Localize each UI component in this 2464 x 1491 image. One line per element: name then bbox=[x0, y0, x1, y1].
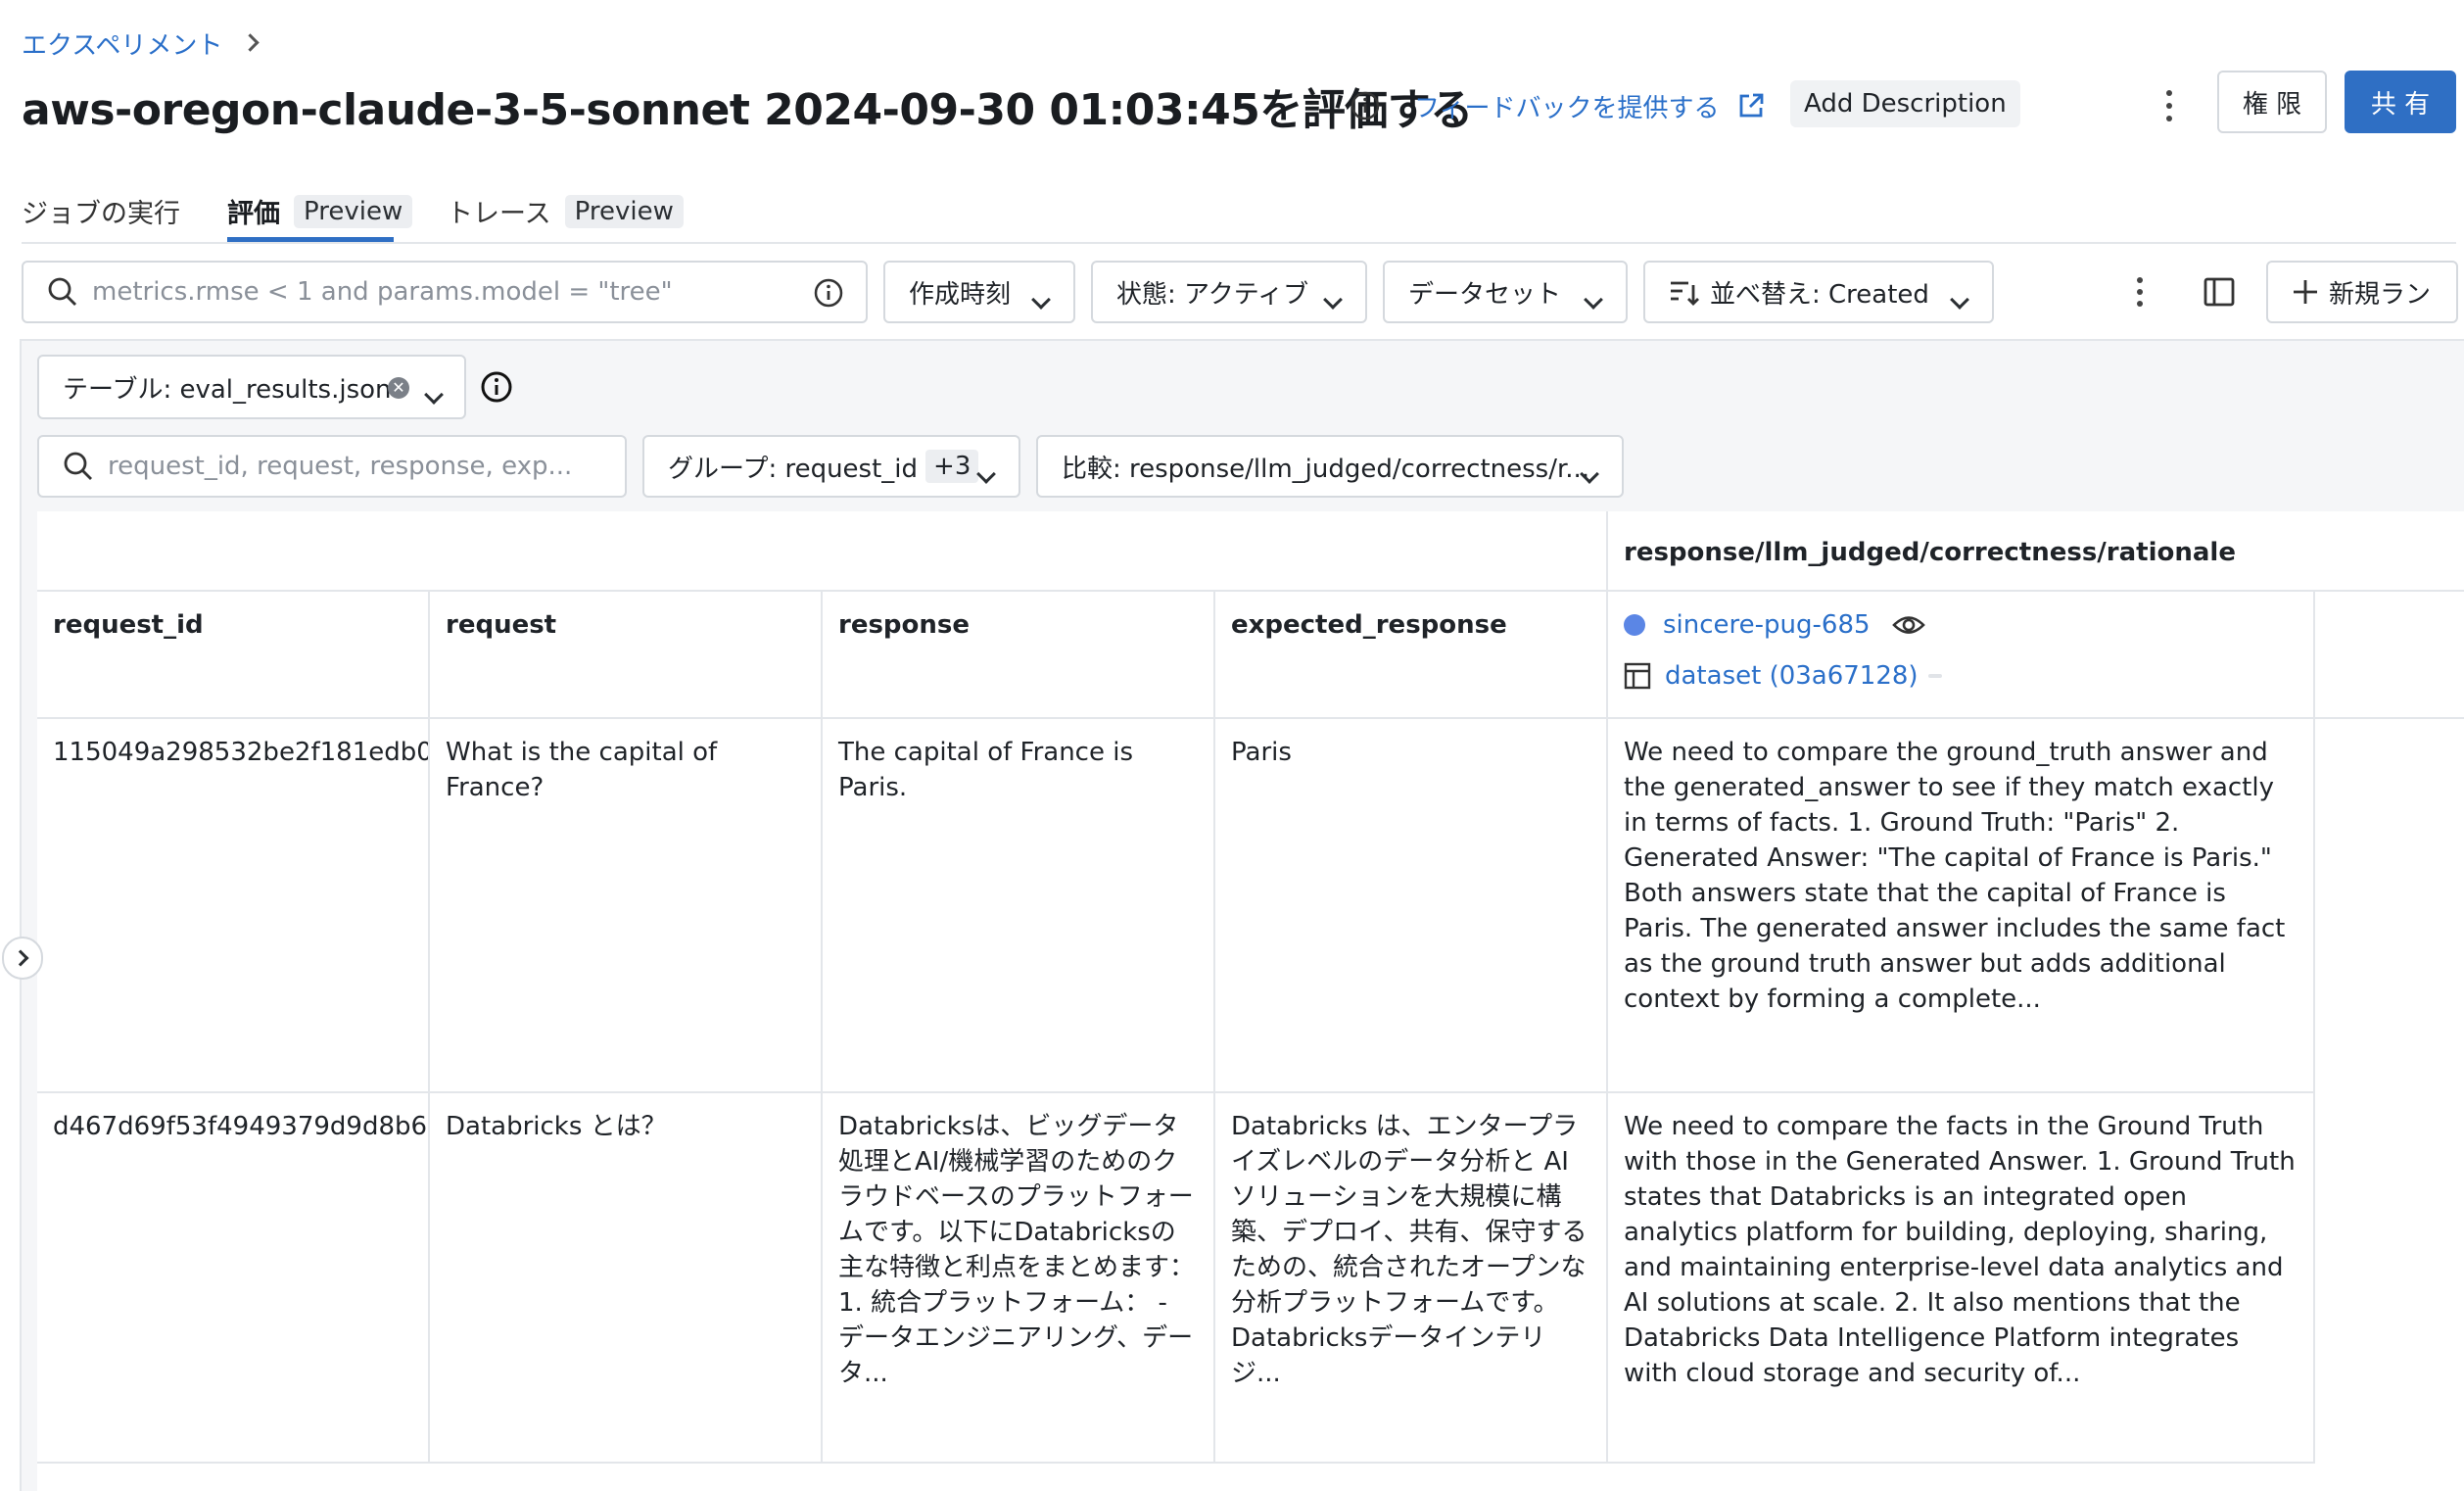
kebab-menu-icon[interactable] bbox=[2156, 86, 2182, 125]
chevron-down-icon bbox=[1950, 284, 1969, 313]
share-button[interactable]: 共 有 bbox=[2345, 71, 2456, 133]
feedback-link[interactable]: フィードバックを提供する bbox=[1414, 86, 1766, 125]
cell-expected-response[interactable]: Paris bbox=[1215, 719, 1608, 1093]
eval-search-input[interactable]: request_id, request, response, exp... bbox=[108, 452, 572, 481]
breadcrumb: エクスペリメント bbox=[22, 25, 261, 62]
chevron-down-icon bbox=[1031, 284, 1051, 313]
cell-request[interactable]: Databricks とは？ bbox=[430, 1093, 823, 1464]
chevron-down-icon bbox=[1584, 284, 1603, 313]
run-search-box[interactable]: metrics.rmse < 1 and params.model = "tre… bbox=[22, 261, 868, 323]
table-selector-dropdown[interactable]: テーブル: eval_results.json ✕ bbox=[37, 355, 466, 419]
chevron-down-icon bbox=[1323, 284, 1343, 313]
info-icon[interactable] bbox=[1350, 90, 1381, 121]
search-icon bbox=[47, 276, 78, 308]
sort-dropdown[interactable]: 並べ替え: Created bbox=[1643, 261, 1994, 323]
table-icon bbox=[1624, 662, 1651, 690]
group-by-dropdown[interactable]: グループ: request_id +3 bbox=[642, 435, 1020, 498]
dataset-filter-dropdown[interactable]: データセット bbox=[1383, 261, 1628, 323]
tab-job-runs[interactable]: ジョブの実行 bbox=[22, 192, 180, 230]
dataset-indicator bbox=[1927, 674, 1942, 678]
kebab-menu-icon[interactable] bbox=[2127, 274, 2153, 310]
group-header-filler bbox=[2315, 511, 2464, 592]
chevron-down-icon bbox=[1580, 458, 1599, 488]
column-header-run: sincere-pug-685 dataset (03a67128) bbox=[1608, 592, 2315, 719]
cell-request-id[interactable]: 115049a298532be2f181edb03 bbox=[37, 719, 430, 1093]
info-icon[interactable] bbox=[480, 370, 513, 404]
permissions-button[interactable]: 権 限 bbox=[2217, 71, 2327, 133]
header-filler bbox=[2315, 592, 2464, 719]
compare-dropdown[interactable]: 比較: response/llm_judged/correctness/r... bbox=[1036, 435, 1624, 498]
column-header-request[interactable]: request bbox=[430, 592, 823, 719]
tabs-divider bbox=[22, 242, 2456, 244]
clear-icon[interactable]: ✕ bbox=[388, 377, 409, 399]
new-run-button[interactable]: 新規ラン bbox=[2266, 261, 2458, 323]
cell-rationale[interactable]: We need to compare the ground_truth answ… bbox=[1608, 719, 2315, 1093]
column-header-request-id[interactable]: request_id bbox=[37, 592, 430, 719]
run-name-link[interactable]: sincere-pug-685 bbox=[1663, 607, 1871, 643]
state-filter-dropdown[interactable]: 状態: アクティブ bbox=[1091, 261, 1367, 323]
info-icon[interactable] bbox=[813, 277, 844, 309]
cell-response[interactable]: The capital of France is Paris. bbox=[823, 719, 1215, 1093]
preview-badge: Preview bbox=[564, 194, 684, 228]
run-color-dot bbox=[1624, 614, 1645, 636]
page-title: aws-oregon-claude-3-5-sonnet 2024-09-30 … bbox=[22, 85, 1473, 135]
created-time-dropdown[interactable]: 作成時刻 bbox=[883, 261, 1075, 323]
table-row-2[interactable]: d467d69f53f4949379d9d8b6 Databricks とは？ … bbox=[37, 1093, 2315, 1464]
search-input[interactable]: metrics.rmse < 1 and params.model = "tre… bbox=[92, 277, 673, 307]
group-header-spacer bbox=[37, 511, 1608, 592]
eval-table: response/llm_judged/correctness/rational… bbox=[37, 511, 2464, 1491]
dataset-link[interactable]: dataset (03a67128) bbox=[1665, 658, 1919, 694]
cell-rationale[interactable]: We need to compare the facts in the Grou… bbox=[1608, 1093, 2315, 1464]
column-header-response[interactable]: response bbox=[823, 592, 1215, 719]
tab-evaluation[interactable]: 評価 Preview bbox=[227, 192, 413, 230]
eval-search-box[interactable]: request_id, request, response, exp... bbox=[37, 435, 627, 498]
panel-toggle-icon[interactable] bbox=[2203, 276, 2235, 308]
external-link-icon bbox=[1736, 91, 1766, 120]
cell-expected-response[interactable]: Databricks は、エンタープライズレベルのデータ分析と AI ソリューシ… bbox=[1215, 1093, 1608, 1464]
sort-icon bbox=[1669, 277, 1700, 307]
group-header-rationale: response/llm_judged/correctness/rational… bbox=[1608, 511, 2315, 592]
eye-icon[interactable] bbox=[1891, 612, 1925, 638]
chevron-right-icon bbox=[12, 949, 29, 968]
chevron-right-icon bbox=[241, 32, 261, 53]
group-count-badge: +3 bbox=[925, 450, 979, 483]
table-row-1[interactable]: 115049a298532be2f181edb03 What is the ca… bbox=[37, 719, 2315, 1093]
chevron-down-icon bbox=[424, 379, 444, 409]
tab-traces[interactable]: トレース Preview bbox=[447, 192, 684, 230]
plus-icon bbox=[2292, 278, 2319, 306]
cell-response[interactable]: Databricksは、ビッグデータ処理とAI/機械学習のためのクラウドベースの… bbox=[823, 1093, 1215, 1464]
cell-request-id[interactable]: d467d69f53f4949379d9d8b6 bbox=[37, 1093, 430, 1464]
search-icon bbox=[63, 451, 94, 482]
sidebar-expand-button[interactable] bbox=[2, 937, 43, 980]
chevron-down-icon bbox=[976, 458, 996, 488]
add-description-button[interactable]: Add Description bbox=[1790, 80, 2020, 127]
breadcrumb-experiments-link[interactable]: エクスペリメント bbox=[22, 25, 222, 62]
column-header-expected-response[interactable]: expected_response bbox=[1215, 592, 1608, 719]
cell-request[interactable]: What is the capital of France? bbox=[430, 719, 823, 1093]
preview-badge: Preview bbox=[294, 194, 413, 228]
